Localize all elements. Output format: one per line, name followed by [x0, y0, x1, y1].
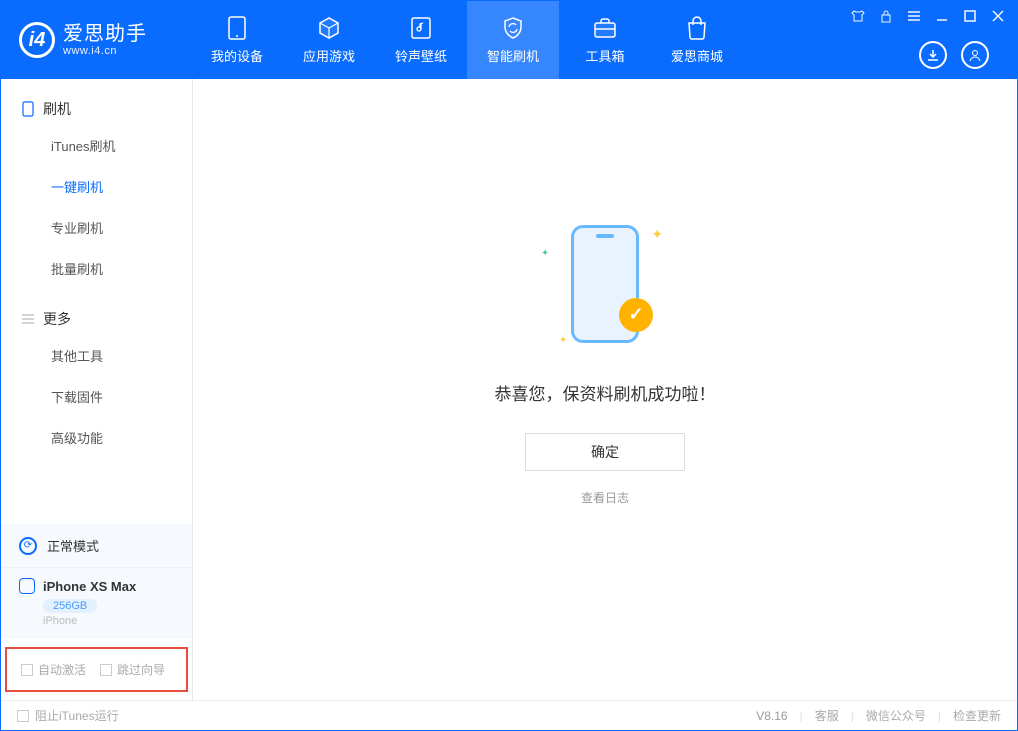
header: i4 爱思助手 www.i4.cn 我的设备 应用游戏 铃声壁纸: [1, 1, 1017, 79]
shield-refresh-icon: [500, 15, 526, 41]
confirm-button[interactable]: 确定: [525, 433, 685, 471]
mode-box[interactable]: ⟳ 正常模式: [1, 524, 192, 568]
menu-icon[interactable]: [905, 7, 923, 25]
version-label: V8.16: [756, 709, 787, 723]
footer-link-update[interactable]: 检查更新: [953, 707, 1001, 724]
sidebar-section-more: 更多 其他工具 下载固件 高级功能: [1, 289, 192, 458]
lock-icon[interactable]: [877, 7, 895, 25]
device-row: iPhone XS Max: [19, 578, 174, 594]
nav-label: 铃声壁纸: [395, 46, 447, 65]
success-message: 恭喜您，保资料刷机成功啦！: [495, 380, 716, 405]
toolbox-icon: [592, 15, 618, 41]
logo-text: 爱思助手 www.i4.cn: [63, 23, 147, 57]
download-icon[interactable]: [919, 41, 947, 69]
maximize-icon[interactable]: [961, 7, 979, 25]
sidebar-item-itunes-flash[interactable]: iTunes刷机: [1, 125, 192, 166]
sidebar-item-download-firmware[interactable]: 下载固件: [1, 376, 192, 417]
device-name: iPhone XS Max: [43, 579, 136, 594]
footer-link-wechat[interactable]: 微信公众号: [866, 707, 926, 724]
body: 刷机 iTunes刷机 一键刷机 专业刷机 批量刷机 更多 其他工具 下载固件 …: [1, 79, 1017, 700]
footer-right: V8.16 | 客服 | 微信公众号 | 检查更新: [756, 707, 1001, 724]
nav-my-device[interactable]: 我的设备: [191, 1, 283, 79]
sparkle-icon: ✦: [559, 335, 567, 346]
view-log-link[interactable]: 查看日志: [581, 489, 629, 506]
cube-icon: [316, 15, 342, 41]
nav-label: 我的设备: [211, 46, 263, 65]
sidebar-header-label: 刷机: [43, 99, 71, 119]
list-icon: [21, 312, 35, 326]
nav-label: 智能刷机: [487, 46, 539, 65]
checkbox-label: 跳过向导: [117, 661, 165, 678]
sidebar-header-label: 更多: [43, 309, 71, 329]
nav-toolbox[interactable]: 工具箱: [559, 1, 651, 79]
footer: 阻止iTunes运行 V8.16 | 客服 | 微信公众号 | 检查更新: [1, 700, 1017, 730]
close-icon[interactable]: [989, 7, 1007, 25]
nav-label: 爱思商城: [671, 46, 723, 65]
sparkle-icon: ✦: [541, 248, 549, 259]
sparkle-icon: ✦: [651, 226, 663, 243]
nav-ringtone-wallpaper[interactable]: 铃声壁纸: [375, 1, 467, 79]
storage-badge: 256GB: [43, 599, 97, 613]
checkbox-icon: [21, 664, 33, 676]
device-type: iPhone: [43, 615, 174, 627]
sidebar-bottom: ⟳ 正常模式 iPhone XS Max 256GB iPhone 自动激活 跳: [1, 524, 192, 700]
sidebar-header-more: 更多: [1, 303, 192, 335]
logo-icon: i4: [19, 22, 55, 58]
nav-tabs: 我的设备 应用游戏 铃声壁纸 智能刷机 工具箱: [191, 1, 743, 79]
nav-apps-games[interactable]: 应用游戏: [283, 1, 375, 79]
mode-label: 正常模式: [47, 536, 99, 555]
nav-label: 应用游戏: [303, 46, 355, 65]
checkbox-label: 自动激活: [38, 661, 86, 678]
sidebar: 刷机 iTunes刷机 一键刷机 专业刷机 批量刷机 更多 其他工具 下载固件 …: [1, 79, 193, 700]
phone-small-icon: [19, 578, 35, 594]
app-subtitle: www.i4.cn: [63, 45, 147, 57]
sidebar-header-flash: 刷机: [1, 93, 192, 125]
checkbox-row: 自动激活 跳过向导: [5, 647, 188, 692]
tshirt-icon[interactable]: [849, 7, 867, 25]
check-badge-icon: ✓: [619, 298, 653, 332]
minimize-icon[interactable]: [933, 7, 951, 25]
nav-store[interactable]: 爱思商城: [651, 1, 743, 79]
checkbox-icon: [100, 664, 112, 676]
checkbox-auto-activate[interactable]: 自动激活: [21, 661, 86, 678]
sidebar-item-pro-flash[interactable]: 专业刷机: [1, 207, 192, 248]
device-icon: [21, 102, 35, 116]
footer-block-label: 阻止iTunes运行: [35, 707, 119, 724]
sidebar-item-oneclick-flash[interactable]: 一键刷机: [1, 166, 192, 207]
separator: |: [938, 709, 941, 723]
main-content: ✦ ✦ ✦ ✓ 恭喜您，保资料刷机成功啦！ 确定 查看日志: [193, 79, 1017, 700]
separator: |: [851, 709, 854, 723]
header-right-icons: [919, 41, 989, 69]
sidebar-item-batch-flash[interactable]: 批量刷机: [1, 248, 192, 289]
music-note-icon: [408, 15, 434, 41]
phone-icon: [224, 15, 250, 41]
shopping-bag-icon: [684, 15, 710, 41]
checkbox-block-itunes[interactable]: 阻止iTunes运行: [17, 707, 119, 724]
user-icon[interactable]: [961, 41, 989, 69]
nav-label: 工具箱: [585, 46, 624, 65]
refresh-icon: ⟳: [19, 537, 37, 555]
checkbox-icon: [17, 710, 29, 722]
sidebar-section-flash: 刷机 iTunes刷机 一键刷机 专业刷机 批量刷机: [1, 79, 192, 289]
sidebar-item-other-tools[interactable]: 其他工具: [1, 335, 192, 376]
window-controls: [849, 7, 1007, 25]
nav-smart-flash[interactable]: 智能刷机: [467, 1, 559, 79]
success-illustration: ✦ ✦ ✦ ✓: [535, 214, 675, 354]
separator: |: [800, 709, 803, 723]
logo-block: i4 爱思助手 www.i4.cn: [1, 1, 191, 79]
device-box[interactable]: iPhone XS Max 256GB iPhone: [1, 568, 192, 639]
checkbox-skip-guide[interactable]: 跳过向导: [100, 661, 165, 678]
footer-link-support[interactable]: 客服: [815, 707, 839, 724]
sidebar-item-advanced[interactable]: 高级功能: [1, 417, 192, 458]
app-title: 爱思助手: [63, 23, 147, 45]
